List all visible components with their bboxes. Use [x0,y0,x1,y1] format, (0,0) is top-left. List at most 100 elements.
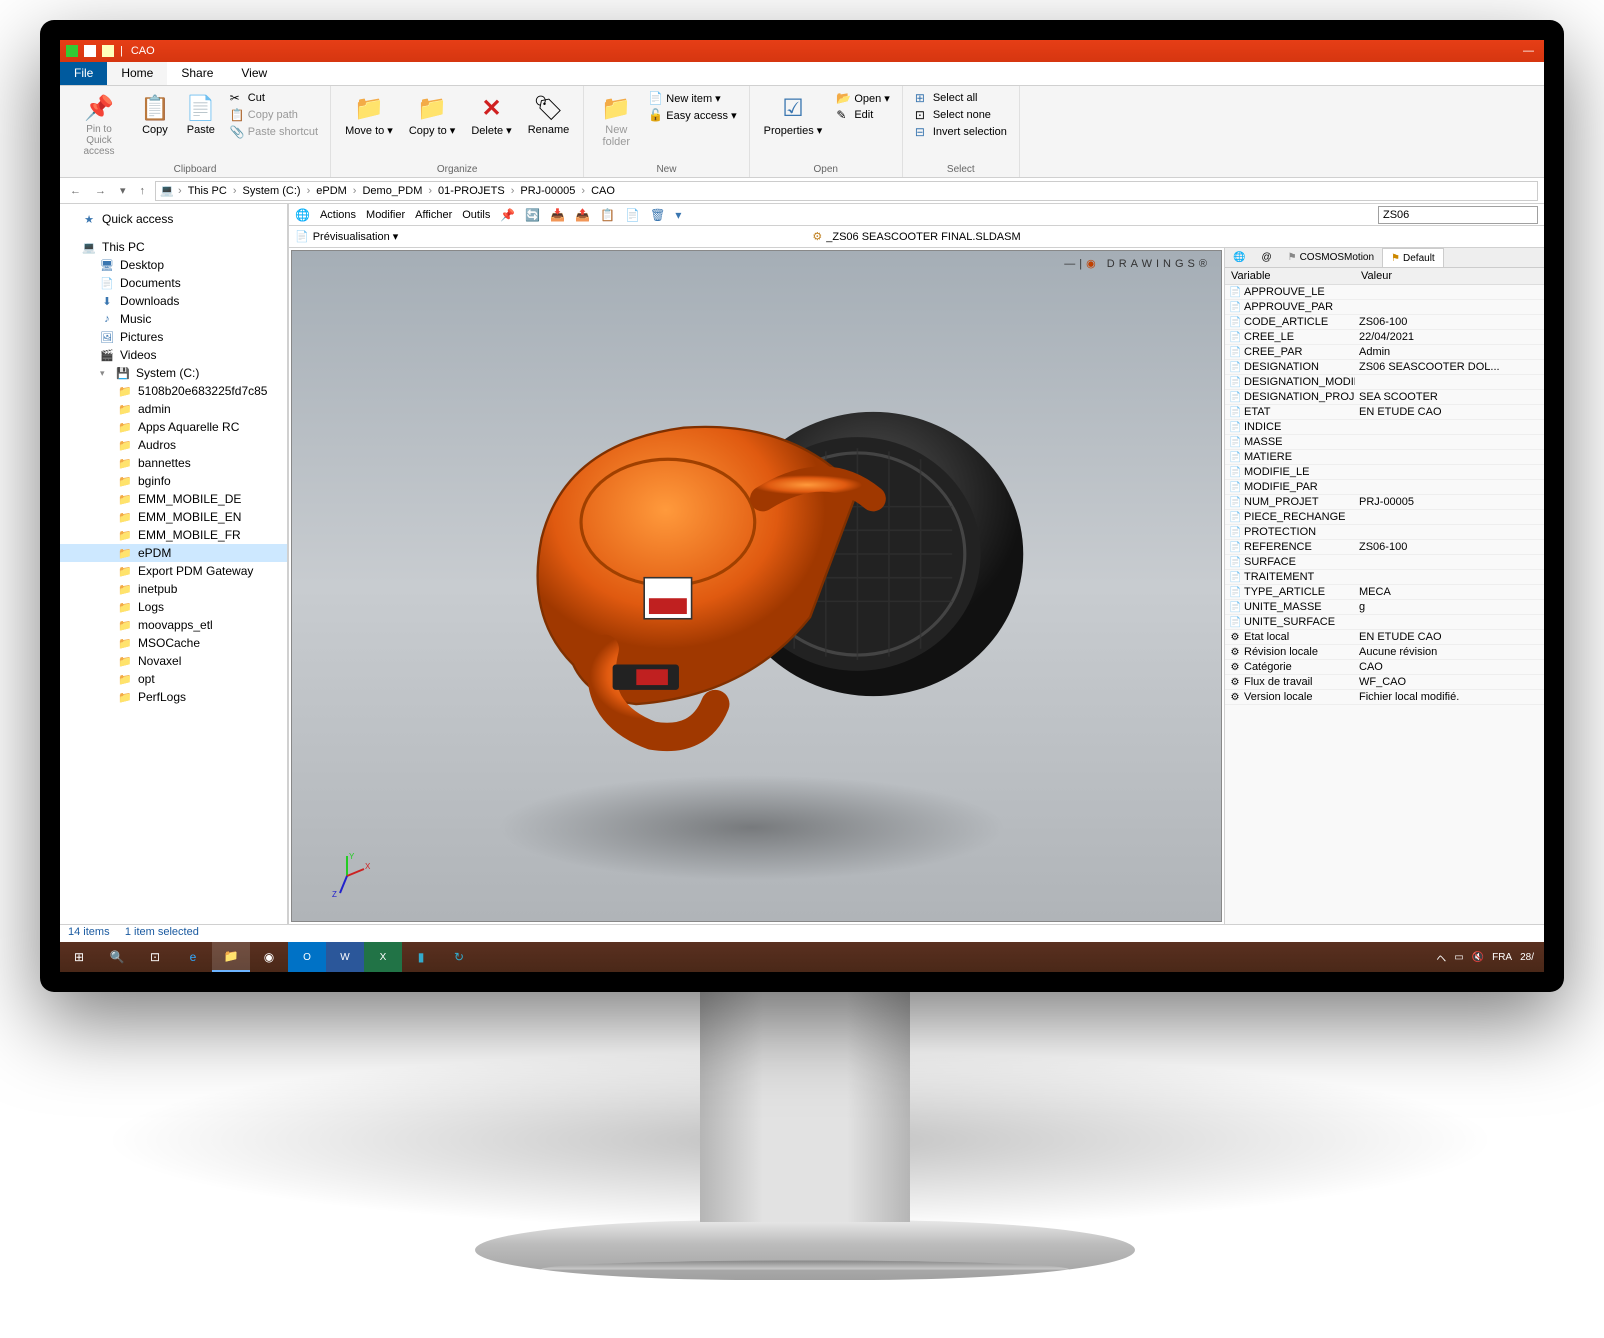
prop-row[interactable]: 📄REFERENCEZS06-100 [1225,540,1544,555]
recent-button[interactable]: ▾ [116,182,130,199]
paste-shortcut-button[interactable]: 📎Paste shortcut [226,124,322,140]
bc-0[interactable]: This PC [186,185,229,197]
rename-button[interactable]: 🏷Rename [522,90,576,138]
prop-row[interactable]: ⚙Version localeFichier local modifié. [1225,690,1544,705]
pin-tb-icon[interactable]: 📌 [500,208,515,222]
edit-button[interactable]: ✎Edit [832,107,894,123]
nav-item-pictures[interactable]: 🖼Pictures [60,328,287,346]
forward-button[interactable]: → [91,183,110,199]
nav-folder[interactable]: 📁Logs [60,598,287,616]
prop-row[interactable]: 📄INDICE [1225,420,1544,435]
properties-button[interactable]: ☑Properties ▾ [758,90,829,139]
menu-actions[interactable]: Actions [320,209,356,221]
ie-icon[interactable]: e [174,942,212,972]
nav-item-music[interactable]: ♪Music [60,310,287,328]
nav-this-pc[interactable]: 💻This PC [60,238,287,256]
tray-lang[interactable]: FRA [1492,952,1512,963]
prop-row[interactable]: 📄DESIGNATION_PROJETSEA SCOOTER [1225,390,1544,405]
tb-icon-1[interactable]: 🔄 [525,208,540,222]
nav-folder[interactable]: 📁moovapps_etl [60,616,287,634]
nav-item-videos[interactable]: 🎬Videos [60,346,287,364]
qat-icon-1[interactable] [66,45,78,57]
prop-row[interactable]: 📄MATIERE [1225,450,1544,465]
nav-folder[interactable]: 📁Audros [60,436,287,454]
tray-clock[interactable]: 28/ [1520,952,1534,963]
qat-icon-2[interactable] [84,45,96,57]
prop-row[interactable]: ⚙Flux de travailWF_CAO [1225,675,1544,690]
prop-row[interactable]: 📄ETATEN ETUDE CAO [1225,405,1544,420]
move-to-button[interactable]: 📁Move to ▾ [339,90,399,139]
tray-volume-icon[interactable]: 🔇 [1472,952,1484,963]
nav-item-desktop[interactable]: 🖥Desktop [60,256,287,274]
nav-system-drive[interactable]: ▾💾System (C:) [60,364,287,382]
tab-default[interactable]: ⚑Default [1382,248,1444,267]
outlook-icon[interactable]: O [288,942,326,972]
tab-share[interactable]: Share [167,62,227,85]
minimize-button[interactable]: ― [1523,45,1534,57]
props-list[interactable]: 📄APPROUVE_LE📄APPROUVE_PAR📄CODE_ARTICLEZS… [1225,285,1544,924]
tab-at[interactable]: @ [1253,248,1279,267]
task-view-button[interactable]: ⊡ [136,942,174,972]
prop-row[interactable]: 📄TRAITEMENT [1225,570,1544,585]
tab-globe[interactable]: 🌐 [1225,248,1253,267]
easy-access-button[interactable]: 🔓Easy access ▾ [644,107,740,123]
up-button[interactable]: ↑ [136,183,150,199]
prop-row[interactable]: 📄APPROUVE_PAR [1225,300,1544,315]
tab-file[interactable]: File [60,62,107,85]
select-all-button[interactable]: ⊞Select all [911,90,1011,106]
refresh-icon[interactable]: 🌐 [295,208,310,222]
qat-icon-3[interactable] [102,45,114,57]
copy-button[interactable]: 📋 Copy [134,90,176,138]
system-tray[interactable]: ヘ ▭ 🔇 FRA 28/ [1436,950,1544,965]
new-item-button[interactable]: 📄New item ▾ [644,90,740,106]
bc-5[interactable]: PRJ-00005 [518,185,577,197]
prop-row[interactable]: 📄PIECE_RECHANGE [1225,510,1544,525]
prop-row[interactable]: 📄MASSE [1225,435,1544,450]
open-button[interactable]: 📂Open ▾ [832,90,894,106]
menu-modifier[interactable]: Modifier [366,209,405,221]
word-icon[interactable]: W [326,942,364,972]
nav-folder[interactable]: 📁ePDM [60,544,287,562]
bc-3[interactable]: Demo_PDM [360,185,424,197]
bc-2[interactable]: ePDM [314,185,349,197]
invert-selection-button[interactable]: ⊟Invert selection [911,124,1011,140]
search-input[interactable] [1378,206,1538,224]
nav-folder[interactable]: 📁EMM_MOBILE_DE [60,490,287,508]
prop-row[interactable]: 📄DESIGNATION_MODIF [1225,375,1544,390]
prop-row[interactable]: ⚙Révision localeAucune révision [1225,645,1544,660]
app-icon-1[interactable]: ▮ [402,942,440,972]
nav-folder[interactable]: 📁EMM_MOBILE_FR [60,526,287,544]
excel-icon[interactable]: X [364,942,402,972]
search-button[interactable]: 🔍 [98,942,136,972]
bc-4[interactable]: 01-PROJETS [436,185,507,197]
explorer-icon[interactable]: 📁 [212,942,250,972]
nav-pane[interactable]: ★Quick access 💻This PC 🖥Desktop📄Document… [60,204,288,924]
nav-quick-access[interactable]: ★Quick access [60,210,287,228]
chrome-icon[interactable]: ◉ [250,942,288,972]
tb-icon-2[interactable]: 📥 [550,208,565,222]
nav-item-downloads[interactable]: ⬇Downloads [60,292,287,310]
prop-row[interactable]: ⚙CatégorieCAO [1225,660,1544,675]
nav-item-documents[interactable]: 📄Documents [60,274,287,292]
header-valeur[interactable]: Valeur [1355,268,1398,284]
3d-viewer[interactable]: —|◉ DRAWINGS® [291,250,1222,922]
tb-icon-5[interactable]: 📄 [625,208,640,222]
bc-1[interactable]: System (C:) [241,185,303,197]
prop-row[interactable]: 📄MODIFIE_PAR [1225,480,1544,495]
copy-to-button[interactable]: 📁Copy to ▾ [403,90,462,139]
preview-dropdown[interactable]: Prévisualisation ▾ [313,230,399,243]
prop-row[interactable]: 📄DESIGNATIONZS06 SEASCOOTER DOL... [1225,360,1544,375]
paste-button[interactable]: 📄 Paste [180,90,222,138]
nav-folder[interactable]: 📁Apps Aquarelle RC [60,418,287,436]
tab-cosmos[interactable]: ⚑COSMOSMotion [1280,248,1382,267]
preview-icon[interactable]: 📄 [295,230,309,243]
prop-row[interactable]: 📄TYPE_ARTICLEMECA [1225,585,1544,600]
select-none-button[interactable]: ⊡Select none [911,107,1011,123]
tb-icon-7[interactable]: ▾ [675,208,681,222]
nav-folder[interactable]: 📁opt [60,670,287,688]
nav-folder[interactable]: 📁inetpub [60,580,287,598]
nav-folder[interactable]: 📁EMM_MOBILE_EN [60,508,287,526]
nav-folder[interactable]: 📁5108b20e683225fd7c85 [60,382,287,400]
tab-view[interactable]: View [227,62,281,85]
nav-folder[interactable]: 📁bginfo [60,472,287,490]
